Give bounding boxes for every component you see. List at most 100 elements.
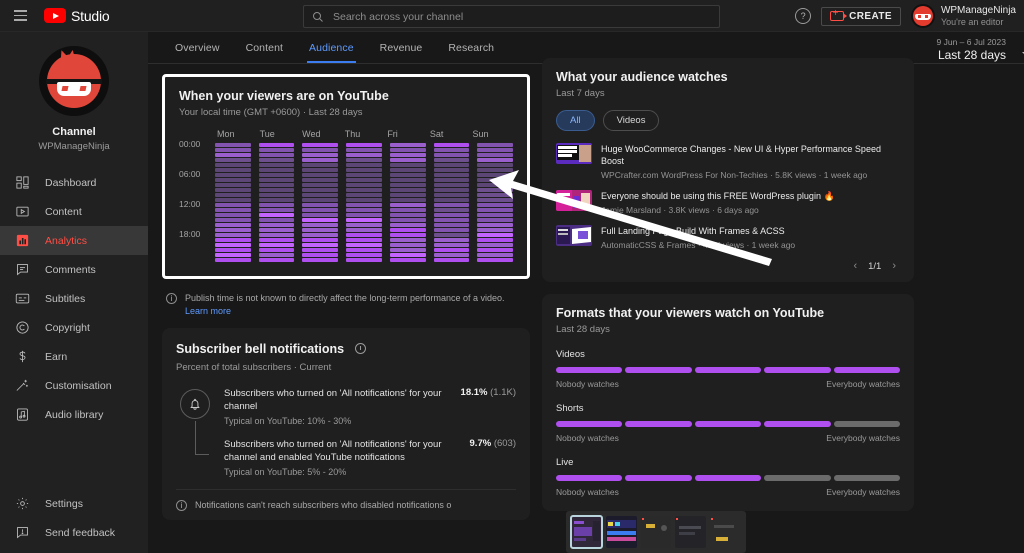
heatmap-cell[interactable] bbox=[215, 153, 251, 157]
heatmap-cell[interactable] bbox=[346, 163, 382, 167]
heatmap-cell[interactable] bbox=[433, 178, 470, 182]
chevron-right-icon[interactable]: › bbox=[892, 260, 896, 272]
heatmap-cell[interactable] bbox=[477, 173, 514, 177]
heatmap-cell[interactable] bbox=[477, 208, 514, 212]
heatmap-cell[interactable] bbox=[215, 183, 251, 187]
heatmap-cell[interactable] bbox=[433, 148, 470, 152]
heatmap-cell[interactable] bbox=[346, 143, 382, 147]
chip-all[interactable]: All bbox=[556, 110, 595, 131]
heatmap-cell[interactable] bbox=[302, 253, 339, 257]
list-item[interactable]: Everyone should be using this FREE WordP… bbox=[556, 190, 900, 216]
heatmap-cell[interactable] bbox=[389, 208, 426, 212]
heatmap-cell[interactable] bbox=[389, 173, 426, 177]
heatmap-cell[interactable] bbox=[433, 228, 470, 232]
heatmap-cell[interactable] bbox=[433, 213, 470, 217]
heatmap-cell[interactable] bbox=[346, 178, 382, 182]
heatmap-cell[interactable] bbox=[477, 143, 514, 147]
heatmap-cell[interactable] bbox=[433, 158, 470, 162]
heatmap-cell[interactable] bbox=[215, 168, 251, 172]
heatmap-cell[interactable] bbox=[258, 168, 295, 172]
heatmap-cell[interactable] bbox=[433, 163, 470, 167]
filmstrip-thumb[interactable] bbox=[710, 516, 741, 548]
sidebar-item-audio-library[interactable]: Audio library bbox=[0, 400, 148, 429]
heatmap-cell[interactable] bbox=[389, 228, 426, 232]
heatmap-cell[interactable] bbox=[477, 203, 514, 207]
heatmap-cell[interactable] bbox=[389, 168, 426, 172]
heatmap-cell[interactable] bbox=[258, 213, 295, 217]
heatmap-cell[interactable] bbox=[346, 213, 382, 217]
list-item[interactable]: Full Landing Page Build With Frames & AC… bbox=[556, 225, 900, 251]
heatmap-cell[interactable] bbox=[433, 183, 470, 187]
heatmap-cell[interactable] bbox=[477, 148, 514, 152]
heatmap-cell[interactable] bbox=[477, 198, 514, 202]
heatmap-cell[interactable] bbox=[215, 158, 251, 162]
learn-more-link[interactable]: Learn more bbox=[185, 306, 231, 316]
heatmap-cell[interactable] bbox=[258, 253, 295, 257]
tab-revenue[interactable]: Revenue bbox=[367, 32, 436, 63]
sidebar-item-analytics[interactable]: Analytics bbox=[0, 226, 148, 255]
search-input[interactable] bbox=[333, 10, 711, 23]
heatmap-cell[interactable] bbox=[433, 143, 470, 147]
heatmap-cell[interactable] bbox=[215, 218, 251, 222]
create-button[interactable]: CREATE bbox=[821, 6, 901, 26]
heatmap-cell[interactable] bbox=[346, 218, 382, 222]
heatmap-cell[interactable] bbox=[302, 153, 339, 157]
sidebar-item-send-feedback[interactable]: Send feedback bbox=[0, 518, 148, 547]
heatmap-cell[interactable] bbox=[433, 168, 470, 172]
heatmap-cell[interactable] bbox=[215, 193, 251, 197]
heatmap-cell[interactable] bbox=[477, 243, 514, 247]
heatmap-cell[interactable] bbox=[346, 258, 382, 262]
heatmap-cell[interactable] bbox=[477, 178, 514, 182]
heatmap-cell[interactable] bbox=[433, 248, 470, 252]
heatmap-cell[interactable] bbox=[302, 198, 339, 202]
heatmap-cell[interactable] bbox=[433, 243, 470, 247]
heatmap-cell[interactable] bbox=[477, 228, 514, 232]
heatmap-cell[interactable] bbox=[302, 213, 339, 217]
heatmap-cell[interactable] bbox=[389, 163, 426, 167]
tab-audience[interactable]: Audience bbox=[296, 32, 367, 63]
heatmap-cell[interactable] bbox=[346, 248, 382, 252]
heatmap-cell[interactable] bbox=[477, 153, 514, 157]
heatmap-cell[interactable] bbox=[389, 188, 426, 192]
heatmap-cell[interactable] bbox=[433, 203, 470, 207]
tab-content[interactable]: Content bbox=[233, 32, 296, 63]
filmstrip-thumb[interactable] bbox=[605, 516, 637, 548]
date-range-selector[interactable]: 9 Jun – 6 Jul 2023 Last 28 days bbox=[937, 36, 1024, 62]
heatmap-cell[interactable] bbox=[258, 223, 295, 227]
tab-overview[interactable]: Overview bbox=[162, 32, 233, 63]
heatmap-cell[interactable] bbox=[215, 253, 251, 257]
heatmap-cell[interactable] bbox=[346, 148, 382, 152]
heatmap-cell[interactable] bbox=[215, 243, 251, 247]
heatmap-cell[interactable] bbox=[302, 223, 339, 227]
heatmap-cell[interactable] bbox=[258, 173, 295, 177]
heatmap-cell[interactable] bbox=[477, 238, 514, 242]
heatmap-cell[interactable] bbox=[433, 198, 470, 202]
heatmap-cell[interactable] bbox=[346, 193, 382, 197]
sidebar-item-content[interactable]: Content bbox=[0, 197, 148, 226]
heatmap-cell[interactable] bbox=[215, 173, 251, 177]
chevron-left-icon[interactable]: ‹ bbox=[853, 260, 857, 272]
heatmap-cell[interactable] bbox=[302, 173, 339, 177]
heatmap-cell[interactable] bbox=[302, 248, 339, 252]
heatmap-cell[interactable] bbox=[389, 153, 426, 157]
heatmap-cell[interactable] bbox=[346, 243, 382, 247]
heatmap-cell[interactable] bbox=[302, 178, 339, 182]
heatmap-cell[interactable] bbox=[477, 188, 514, 192]
heatmap-cell[interactable] bbox=[215, 163, 251, 167]
sidebar-item-copyright[interactable]: Copyright bbox=[0, 313, 148, 342]
heatmap-cell[interactable] bbox=[346, 208, 382, 212]
sidebar-item-dashboard[interactable]: Dashboard bbox=[0, 168, 148, 197]
heatmap-cell[interactable] bbox=[346, 228, 382, 232]
heatmap-cell[interactable] bbox=[346, 238, 382, 242]
heatmap-cell[interactable] bbox=[477, 193, 514, 197]
sidebar-item-subtitles[interactable]: Subtitles bbox=[0, 284, 148, 313]
heatmap-cell[interactable] bbox=[215, 143, 251, 147]
heatmap-cell[interactable] bbox=[258, 203, 295, 207]
heatmap-cell[interactable] bbox=[389, 248, 426, 252]
heatmap-cell[interactable] bbox=[389, 223, 426, 227]
heatmap-cell[interactable] bbox=[302, 233, 339, 237]
studio-logo[interactable]: Studio bbox=[44, 8, 110, 24]
heatmap-cell[interactable] bbox=[302, 168, 339, 172]
heatmap-cell[interactable] bbox=[302, 158, 339, 162]
heatmap-cell[interactable] bbox=[346, 183, 382, 187]
